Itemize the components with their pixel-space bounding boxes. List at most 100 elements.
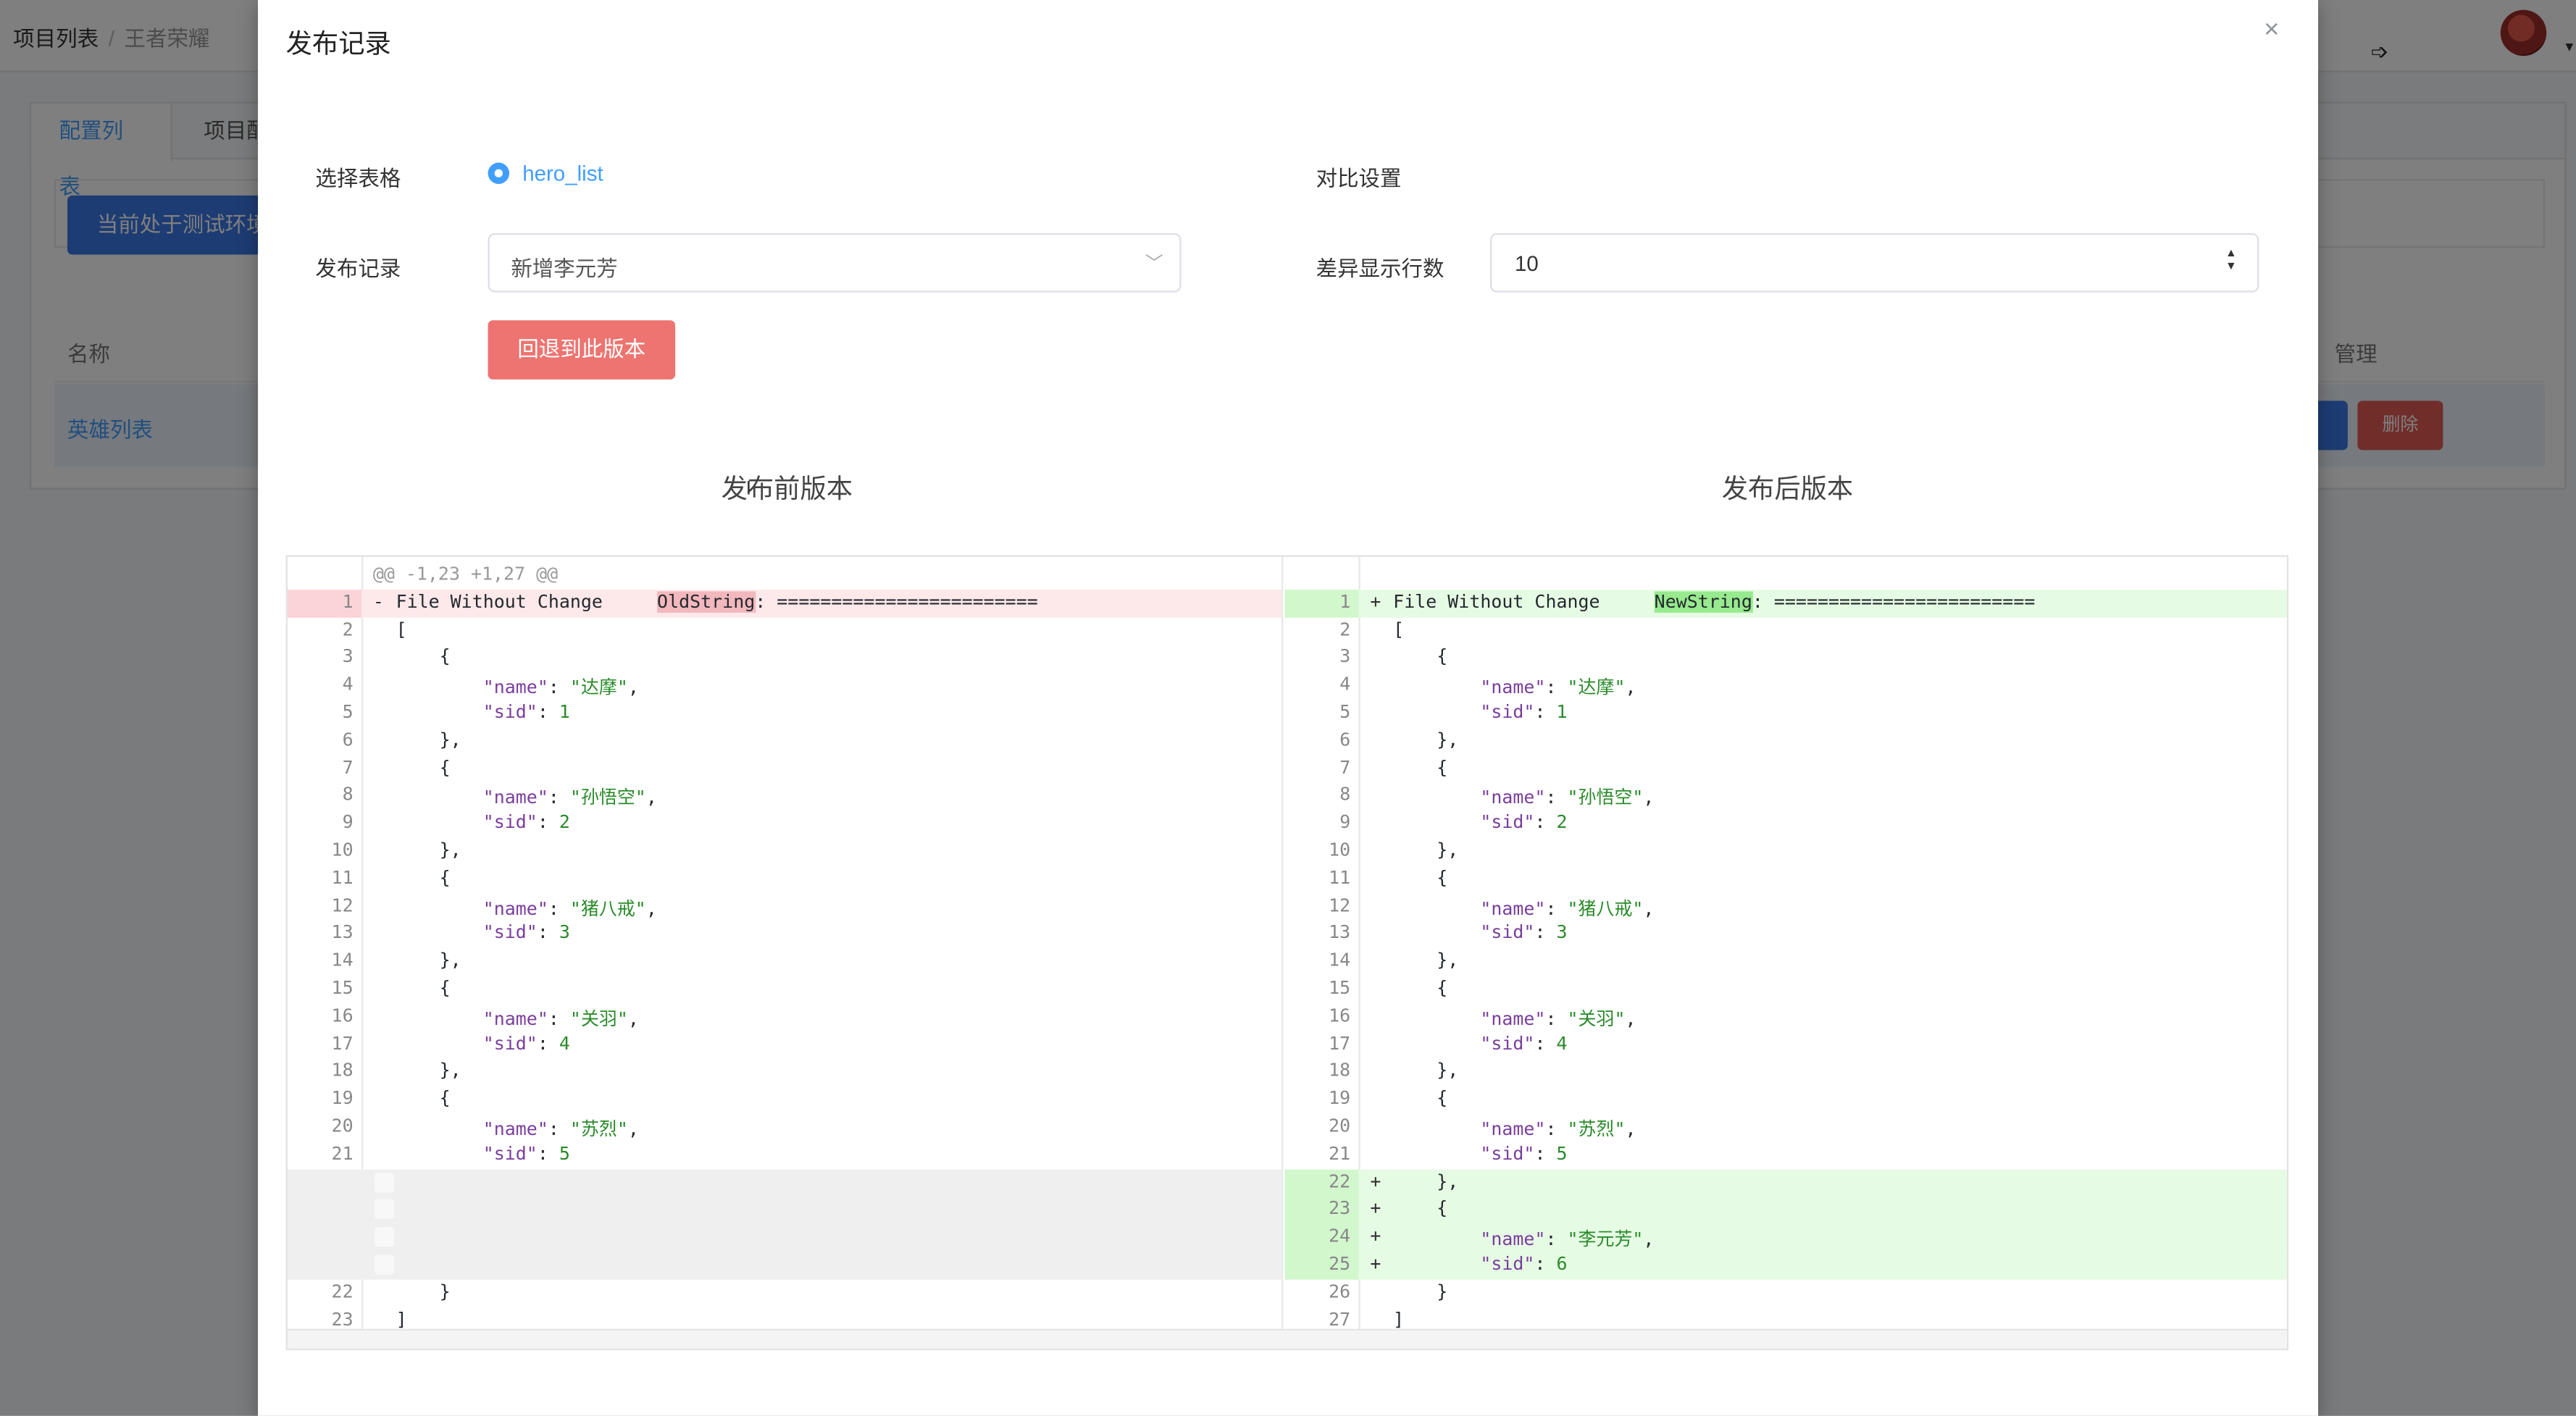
publish-record-label: 发布记录	[315, 256, 401, 281]
diff-line: 20 "name": "苏烈",	[1284, 1114, 2286, 1141]
line-text: "name": "孙悟空",	[1480, 787, 1655, 809]
diff-line: 4 "name": "达摩",	[1284, 672, 2286, 700]
diff-line: 16 "name": "关羽",	[1284, 1003, 2286, 1031]
line-text: {	[396, 1087, 451, 1110]
line-number: 18	[331, 1060, 354, 1082]
after-version-title: 发布后版本	[1721, 476, 1854, 505]
line-text: "sid": 2	[1480, 811, 1568, 834]
text-cursor-icon: I	[745, 476, 752, 500]
line-number: 9	[1339, 811, 1351, 834]
line-text: {	[396, 646, 451, 668]
diff-line: 7 {	[288, 755, 1281, 782]
table-radio-label[interactable]: hero_list	[522, 161, 603, 185]
line-text: {	[396, 756, 451, 779]
line-number: 3	[1339, 646, 1351, 668]
diff-pane-before[interactable]: @@ -1,23 +1,27 @@ 1- File Without Change O…	[287, 556, 1284, 1349]
line-text: ]	[1393, 1308, 1405, 1331]
line-number: 10	[331, 839, 354, 861]
line-text: },	[1393, 1060, 1459, 1082]
line-text: {	[1393, 977, 1448, 999]
line-number: 8	[1339, 784, 1351, 806]
line-text: "sid": 3	[482, 922, 570, 944]
line-text: },	[1393, 729, 1459, 750]
line-number: 12	[1329, 895, 1351, 916]
diff-line: 4 "name": "达摩",	[288, 672, 1281, 700]
diff-rows-value: 10	[1515, 251, 1539, 277]
stepper-icon[interactable]: ▲ ▼	[2225, 248, 2238, 274]
publish-record-dialog: 发布记录 × 选择表格 hero_list 对比设置 发布记录 新增李元芳 ﹀ …	[258, 0, 2319, 1416]
line-text: File Without Change NewString: =========…	[1393, 590, 2036, 613]
line-number: 17	[1329, 1032, 1351, 1055]
table-radio[interactable]: hero_list	[488, 161, 603, 185]
diff-line: 22 + },	[1284, 1168, 2287, 1197]
line-text: "name": "李元芳",	[1480, 1228, 1655, 1251]
line-number: 21	[1329, 1142, 1351, 1165]
line-number: 6	[1339, 729, 1351, 750]
horizontal-scrollbar[interactable]	[287, 1328, 2287, 1349]
diff-line: 7 {	[1284, 755, 2286, 782]
line-gutter	[288, 1252, 361, 1279]
line-text: "sid": 4	[482, 1032, 570, 1055]
line-number: 23	[1329, 1198, 1351, 1220]
select-table-label: 选择表格	[315, 166, 401, 191]
line-number: 15	[331, 977, 354, 999]
line-text: },	[1393, 1170, 1459, 1192]
line-text: "name": "达摩",	[1480, 676, 1636, 699]
line-text: "sid": 1	[482, 701, 570, 723]
diff-line: 16 "name": "关羽",	[288, 1003, 1281, 1031]
diff-line: 11 {	[1284, 866, 2286, 893]
line-number: 24	[1329, 1226, 1351, 1247]
line-number: 2	[342, 619, 354, 640]
diff-line: 14 },	[1284, 948, 2286, 976]
before-version-title: 发布前版本	[721, 476, 853, 505]
line-text: {	[1393, 756, 1448, 779]
diff-line: 8 "name": "孙悟空",	[1284, 782, 2286, 810]
close-icon[interactable]: ×	[2264, 17, 2279, 46]
diff-line: 10 },	[1284, 838, 2286, 866]
line-text: "name": "苏烈",	[1480, 1118, 1636, 1140]
line-number: 26	[1329, 1281, 1351, 1302]
diff-line: 19 {	[1284, 1086, 2286, 1114]
added-marker: +	[1370, 1170, 1381, 1192]
line-text: "sid": 4	[1480, 1032, 1568, 1055]
line-number: 19	[331, 1087, 354, 1110]
rollback-button[interactable]: 回退到此版本	[488, 320, 676, 380]
diff-viewer[interactable]: @@ -1,23 +1,27 @@ 1- File Without Change O…	[285, 555, 2289, 1351]
line-number: 17	[331, 1032, 354, 1055]
diff-empty-row	[287, 1224, 1281, 1252]
diff-empty-row	[287, 1168, 1281, 1197]
line-text: "sid": 6	[1480, 1253, 1568, 1275]
diff-line: 13 "sid": 3	[1284, 921, 2286, 948]
line-text: },	[396, 1060, 461, 1082]
diff-rows-input[interactable]: 10 ▲ ▼	[1489, 233, 2259, 293]
diff-line: 11 {	[288, 866, 1281, 893]
diff-line: 10 },	[288, 838, 1281, 866]
diff-line: 9 "sid": 2	[1284, 810, 2286, 837]
diff-line: 22 }	[288, 1279, 1281, 1307]
line-text: {	[1393, 646, 1448, 668]
added-marker: +	[1370, 1226, 1381, 1247]
line-number: 2	[1339, 619, 1351, 640]
diff-line: 2[	[288, 617, 1281, 645]
line-number: 10	[1329, 839, 1351, 861]
diff-line: 1- File Without Change OldString: =======…	[287, 589, 1281, 617]
line-text: "name": "苏烈",	[482, 1118, 639, 1140]
diff-line: 13 "sid": 3	[288, 921, 1281, 948]
line-number: 14	[1329, 950, 1351, 971]
diff-line: 15 {	[288, 976, 1281, 1003]
radio-selected-icon[interactable]	[488, 162, 510, 185]
line-gutter	[288, 1224, 361, 1252]
line-text: "sid": 5	[1480, 1142, 1568, 1165]
line-number: 16	[1329, 1005, 1351, 1026]
line-number: 20	[1329, 1115, 1351, 1137]
line-number: 6	[342, 729, 354, 750]
hunk-header-text: @@ -1,23 +1,27 @@	[372, 563, 559, 585]
line-number: 19	[1329, 1087, 1351, 1110]
publish-record-select[interactable]: 新增李元芳 ﹀	[488, 233, 1182, 293]
diff-pane-after[interactable]: 1 + File Without Change NewString: =======…	[1284, 556, 2287, 1349]
line-number: 23	[331, 1308, 354, 1331]
line-number: 4	[342, 674, 354, 695]
diff-hunk-header: @@ -1,23 +1,27 @@	[288, 562, 1281, 590]
line-number: 5	[1339, 701, 1351, 723]
chevron-down-icon: ﹀	[1145, 254, 1163, 275]
